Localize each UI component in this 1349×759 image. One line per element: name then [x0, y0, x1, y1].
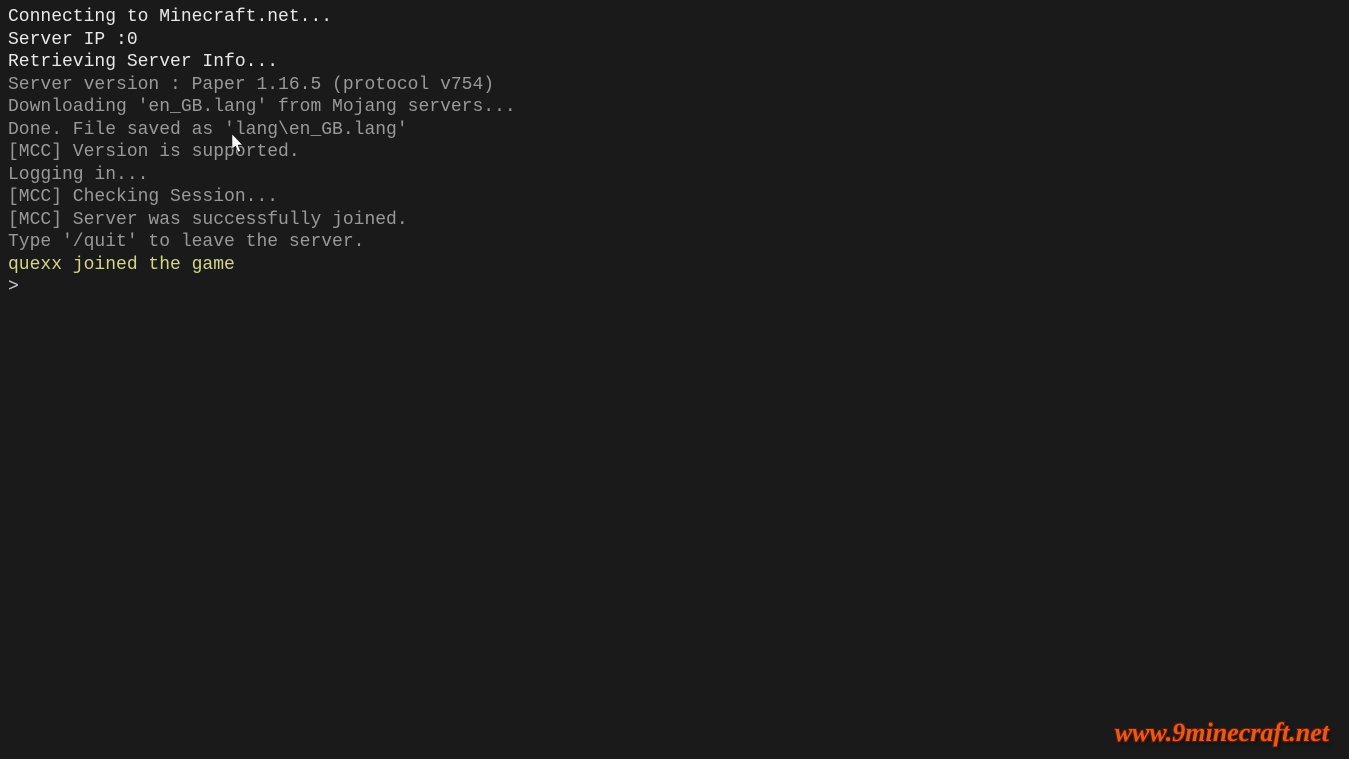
- console-prompt-line[interactable]: >: [8, 276, 1341, 299]
- console-line: [MCC] Version is supported.: [8, 141, 1341, 164]
- console-input[interactable]: [23, 277, 1341, 297]
- console-line: [MCC] Checking Session...: [8, 186, 1341, 209]
- console-line: Logging in...: [8, 164, 1341, 187]
- console-line: Done. File saved as 'lang\en_GB.lang': [8, 119, 1341, 142]
- console-line-join-message: quexx joined the game: [8, 254, 1341, 277]
- prompt-symbol: >: [8, 276, 19, 299]
- watermark-text: www.9minecraft.net: [1115, 717, 1329, 750]
- console-line: Type '/quit' to leave the server.: [8, 231, 1341, 254]
- console-line: Server version : Paper 1.16.5 (protocol …: [8, 74, 1341, 97]
- console-line: [MCC] Server was successfully joined.: [8, 209, 1341, 232]
- console-line: Connecting to Minecraft.net...: [8, 6, 1341, 29]
- console-line: Server IP :0: [8, 29, 1341, 52]
- console-line: Downloading 'en_GB.lang' from Mojang ser…: [8, 96, 1341, 119]
- console-output: Connecting to Minecraft.net... Server IP…: [8, 6, 1341, 299]
- console-line: Retrieving Server Info...: [8, 51, 1341, 74]
